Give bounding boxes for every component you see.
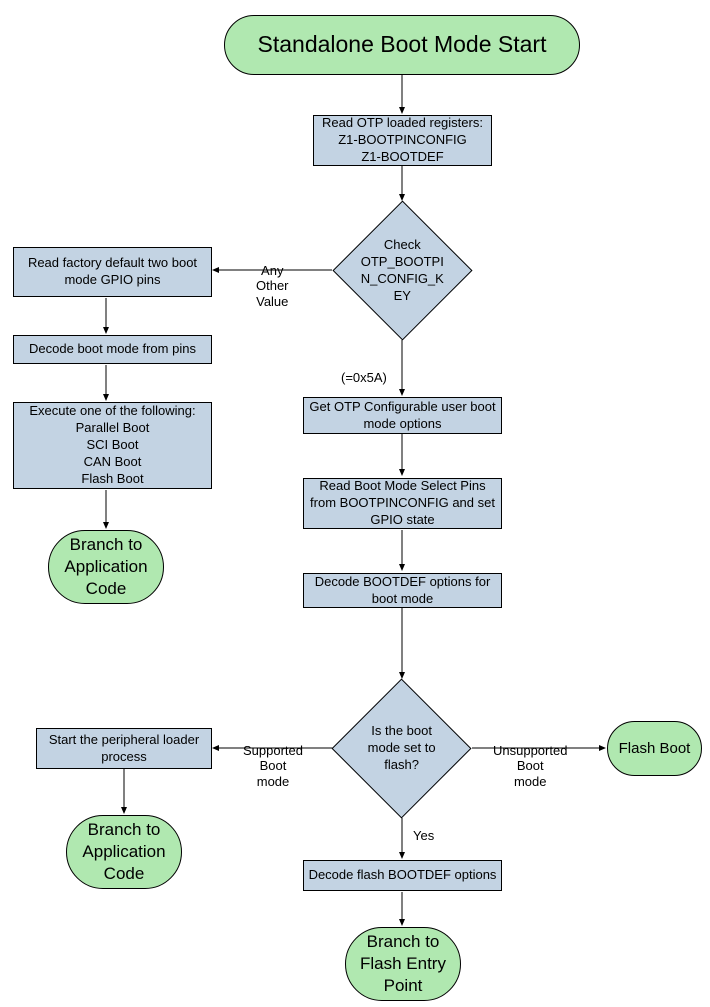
process-read-boot-select: Read Boot Mode Select Pins from BOOTPINC… bbox=[303, 478, 502, 529]
branch-app-1-label: Branch to Application Code bbox=[53, 534, 159, 600]
label-unsupported: Unsupported Boot mode bbox=[493, 727, 567, 789]
read-otp-label: Read OTP loaded registers: Z1-BOOTPINCON… bbox=[322, 115, 483, 166]
read-factory-label: Read factory default two boot mode GPIO … bbox=[18, 255, 207, 289]
process-decode-pins: Decode boot mode from pins bbox=[13, 335, 212, 364]
branch-flash-label: Branch to Flash Entry Point bbox=[350, 931, 456, 997]
read-boot-select-label: Read Boot Mode Select Pins from BOOTPINC… bbox=[308, 478, 497, 529]
process-get-otp-config: Get OTP Configurable user boot mode opti… bbox=[303, 397, 502, 434]
terminal-branch-app-1: Branch to Application Code bbox=[48, 530, 164, 604]
get-otp-config-label: Get OTP Configurable user boot mode opti… bbox=[308, 399, 497, 433]
terminal-start: Standalone Boot Mode Start bbox=[224, 15, 580, 75]
label-yes: Yes bbox=[413, 828, 434, 844]
decode-pins-label: Decode boot mode from pins bbox=[29, 341, 196, 358]
process-read-otp: Read OTP loaded registers: Z1-BOOTPINCON… bbox=[313, 115, 492, 166]
execute-boot-label: Execute one of the following: Parallel B… bbox=[29, 403, 195, 487]
branch-app-2-label: Branch to Application Code bbox=[71, 819, 177, 885]
start-loader-label: Start the peripheral loader process bbox=[41, 732, 207, 766]
check-key-label: Check OTP_BOOTPIN_CONFIG_KEY bbox=[361, 237, 444, 303]
process-execute-boot: Execute one of the following: Parallel B… bbox=[13, 402, 212, 489]
flash-boot-label: Flash Boot bbox=[619, 739, 691, 759]
terminal-branch-flash: Branch to Flash Entry Point bbox=[345, 927, 461, 1001]
start-label: Standalone Boot Mode Start bbox=[258, 30, 547, 60]
is-flash-label: Is the boot mode set to flash? bbox=[368, 723, 436, 772]
terminal-flash-boot: Flash Boot bbox=[607, 721, 702, 776]
terminal-branch-app-2: Branch to Application Code bbox=[66, 815, 182, 889]
label-any-other: Any Other Value bbox=[256, 247, 289, 309]
label-eq-5a: (=0x5A) bbox=[341, 370, 387, 386]
decode-bootdef-label: Decode BOOTDEF options for boot mode bbox=[308, 574, 497, 608]
decode-flash-label: Decode flash BOOTDEF options bbox=[309, 867, 497, 884]
process-decode-bootdef: Decode BOOTDEF options for boot mode bbox=[303, 573, 502, 608]
process-read-factory: Read factory default two boot mode GPIO … bbox=[13, 247, 212, 297]
label-supported: Supported Boot mode bbox=[243, 727, 303, 789]
process-decode-flash: Decode flash BOOTDEF options bbox=[303, 860, 502, 891]
process-start-loader: Start the peripheral loader process bbox=[36, 728, 212, 769]
